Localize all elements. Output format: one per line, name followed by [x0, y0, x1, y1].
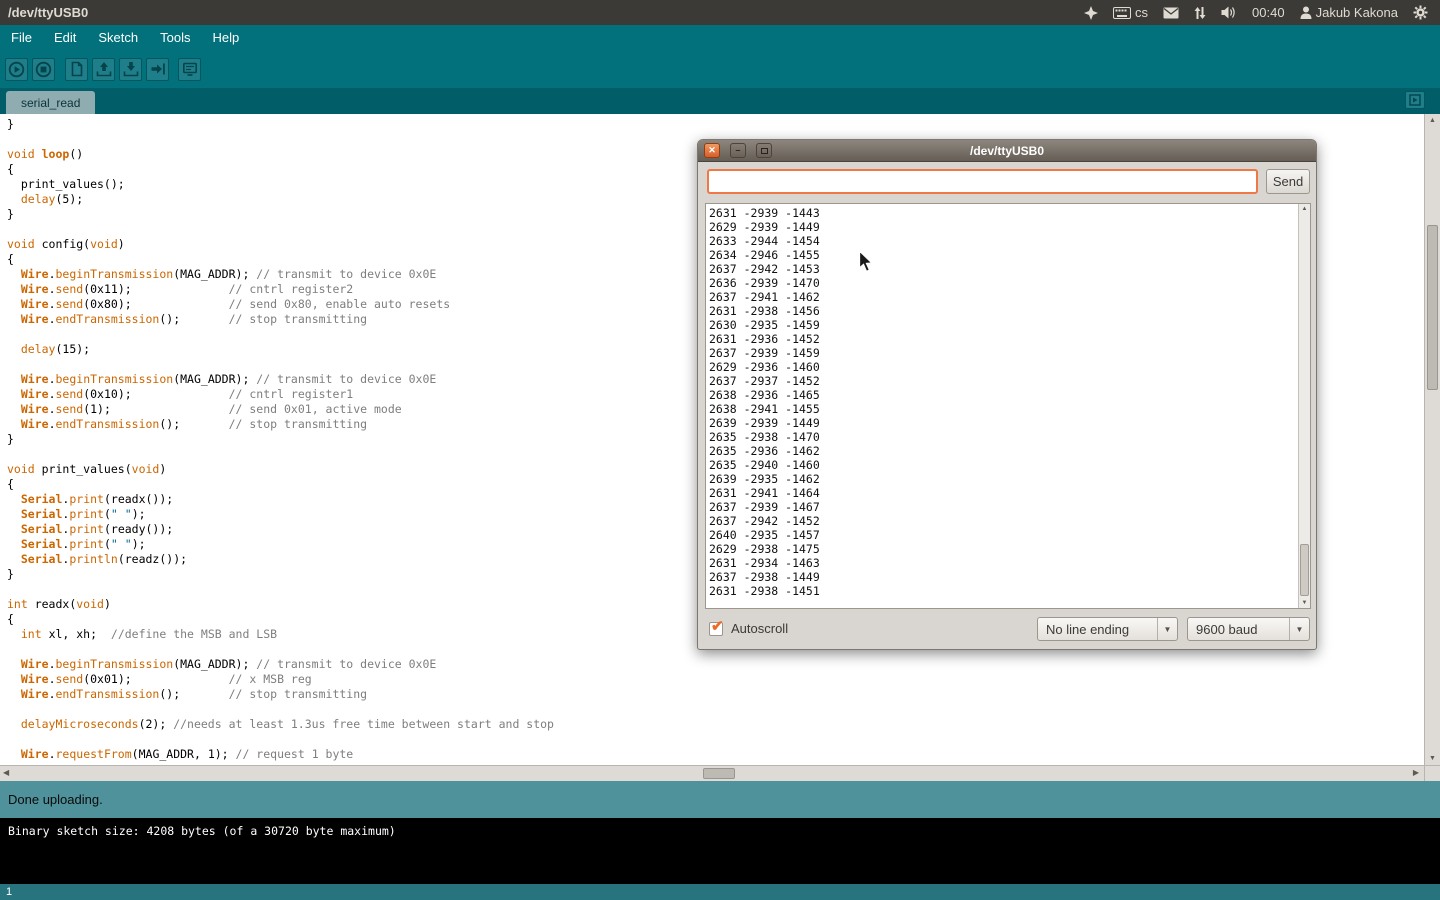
checkmark-icon: ✔ [711, 617, 724, 635]
serial-output-area[interactable]: 2631 -2939 -14432629 -2939 -14492633 -29… [705, 203, 1311, 609]
serial-window-title: /dev/ttyUSB0 [970, 144, 1044, 158]
menu-tools[interactable]: Tools [149, 25, 201, 50]
chevron-down-icon: ▼ [1289, 618, 1309, 640]
code-text: } void loop(){ print_values(); delay(5);… [7, 117, 554, 762]
status-bar: Done uploading. [0, 781, 1440, 818]
mail-icon[interactable] [1163, 7, 1179, 19]
console-output: Binary sketch size: 4208 bytes (of a 307… [0, 818, 1440, 884]
window-title: /dev/ttyUSB0 [0, 5, 88, 20]
serial-monitor-button[interactable] [178, 58, 201, 81]
keyboard-layout-label: cs [1135, 5, 1148, 20]
menu-help[interactable]: Help [201, 25, 250, 50]
menubar: File Edit Sketch Tools Help [0, 25, 1440, 50]
toolbar [0, 50, 1440, 88]
keyboard-icon [1113, 7, 1131, 19]
scroll-up-icon[interactable]: ▲ [1425, 117, 1440, 124]
scrollbar-corner [1424, 765, 1440, 781]
serial-scroll-up-icon[interactable]: ▲ [1299, 206, 1310, 212]
user-name: Jakub Kakona [1316, 5, 1398, 20]
new-sketch-icon [69, 61, 85, 77]
stop-button[interactable] [32, 58, 55, 81]
close-button[interactable]: ✕ [704, 143, 720, 158]
menu-edit[interactable]: Edit [43, 25, 87, 50]
save-icon [123, 61, 139, 77]
keyboard-layout-indicator[interactable]: cs [1113, 5, 1148, 20]
open-icon [96, 61, 112, 77]
verify-button[interactable] [5, 58, 28, 81]
network-arrows-icon[interactable] [1194, 6, 1206, 20]
serial-monitor-window: ✕ – /dev/ttyUSB0 Send 2631 -2939 -144326… [697, 139, 1317, 650]
autoscroll-control: ✔ Autoscroll [709, 621, 788, 636]
user-icon [1300, 6, 1312, 19]
scroll-down-icon[interactable]: ▼ [1425, 755, 1440, 762]
serial-output-lines: 2631 -2939 -14432629 -2939 -14492633 -29… [709, 206, 820, 598]
tabbar: serial_read [0, 88, 1440, 114]
footer-bar: 1 [0, 884, 1440, 900]
tab-menu-icon [1409, 94, 1421, 106]
autoscroll-checkbox[interactable]: ✔ [709, 622, 723, 636]
minimize-button[interactable]: – [730, 143, 746, 158]
line-number-indicator: 1 [6, 886, 12, 898]
session-gear-icon[interactable] [1413, 5, 1428, 20]
user-menu[interactable]: Jakub Kakona [1300, 5, 1398, 20]
system-tray: cs 00:40 Jakub Kakona [1084, 5, 1440, 20]
autoscroll-label: Autoscroll [731, 621, 788, 636]
scroll-right-icon[interactable]: ▶ [1413, 768, 1419, 777]
tab-serial-read[interactable]: serial_read [6, 91, 95, 114]
open-button[interactable] [92, 58, 115, 81]
baud-rate-select[interactable]: 9600 baud ▼ [1187, 617, 1310, 641]
scroll-left-icon[interactable]: ◀ [3, 768, 9, 777]
serial-scrollbar[interactable]: ▲ ▼ [1298, 204, 1310, 608]
vertical-scroll-thumb[interactable] [1427, 225, 1438, 390]
clock[interactable]: 00:40 [1252, 5, 1285, 20]
verify-icon [8, 61, 25, 78]
new-sketch-button[interactable] [65, 58, 88, 81]
volume-icon[interactable] [1221, 6, 1237, 19]
tab-menu-button[interactable] [1405, 91, 1425, 109]
save-button[interactable] [119, 58, 142, 81]
horizontal-scroll-thumb[interactable] [703, 768, 735, 779]
mouse-cursor [858, 250, 875, 274]
indicator-icon[interactable] [1084, 6, 1098, 20]
chevron-down-icon: ▼ [1157, 618, 1177, 640]
serial-scroll-down-icon[interactable]: ▼ [1299, 600, 1310, 606]
maximize-icon [761, 148, 768, 154]
upload-icon [150, 61, 166, 77]
send-button[interactable]: Send [1266, 169, 1310, 194]
status-message: Done uploading. [8, 792, 103, 807]
window-controls: ✕ – [704, 143, 772, 158]
console-line: Binary sketch size: 4208 bytes (of a 307… [8, 824, 1432, 838]
serial-scroll-thumb[interactable] [1300, 544, 1309, 596]
top-panel: /dev/ttyUSB0 cs 00:40 Jakub Kakona [0, 0, 1440, 25]
editor-vertical-scrollbar[interactable]: ▲ ▼ [1424, 114, 1440, 765]
serial-monitor-icon [182, 61, 198, 77]
editor-horizontal-scrollbar[interactable]: ◀ ▶ [0, 765, 1424, 781]
upload-button[interactable] [146, 58, 169, 81]
maximize-button[interactable] [756, 143, 772, 158]
menu-file[interactable]: File [0, 25, 43, 50]
line-ending-select[interactable]: No line ending ▼ [1037, 617, 1178, 641]
menu-sketch[interactable]: Sketch [87, 25, 149, 50]
stop-icon [35, 61, 52, 78]
serial-input[interactable] [707, 169, 1258, 194]
serial-window-titlebar[interactable]: ✕ – /dev/ttyUSB0 [698, 140, 1316, 162]
